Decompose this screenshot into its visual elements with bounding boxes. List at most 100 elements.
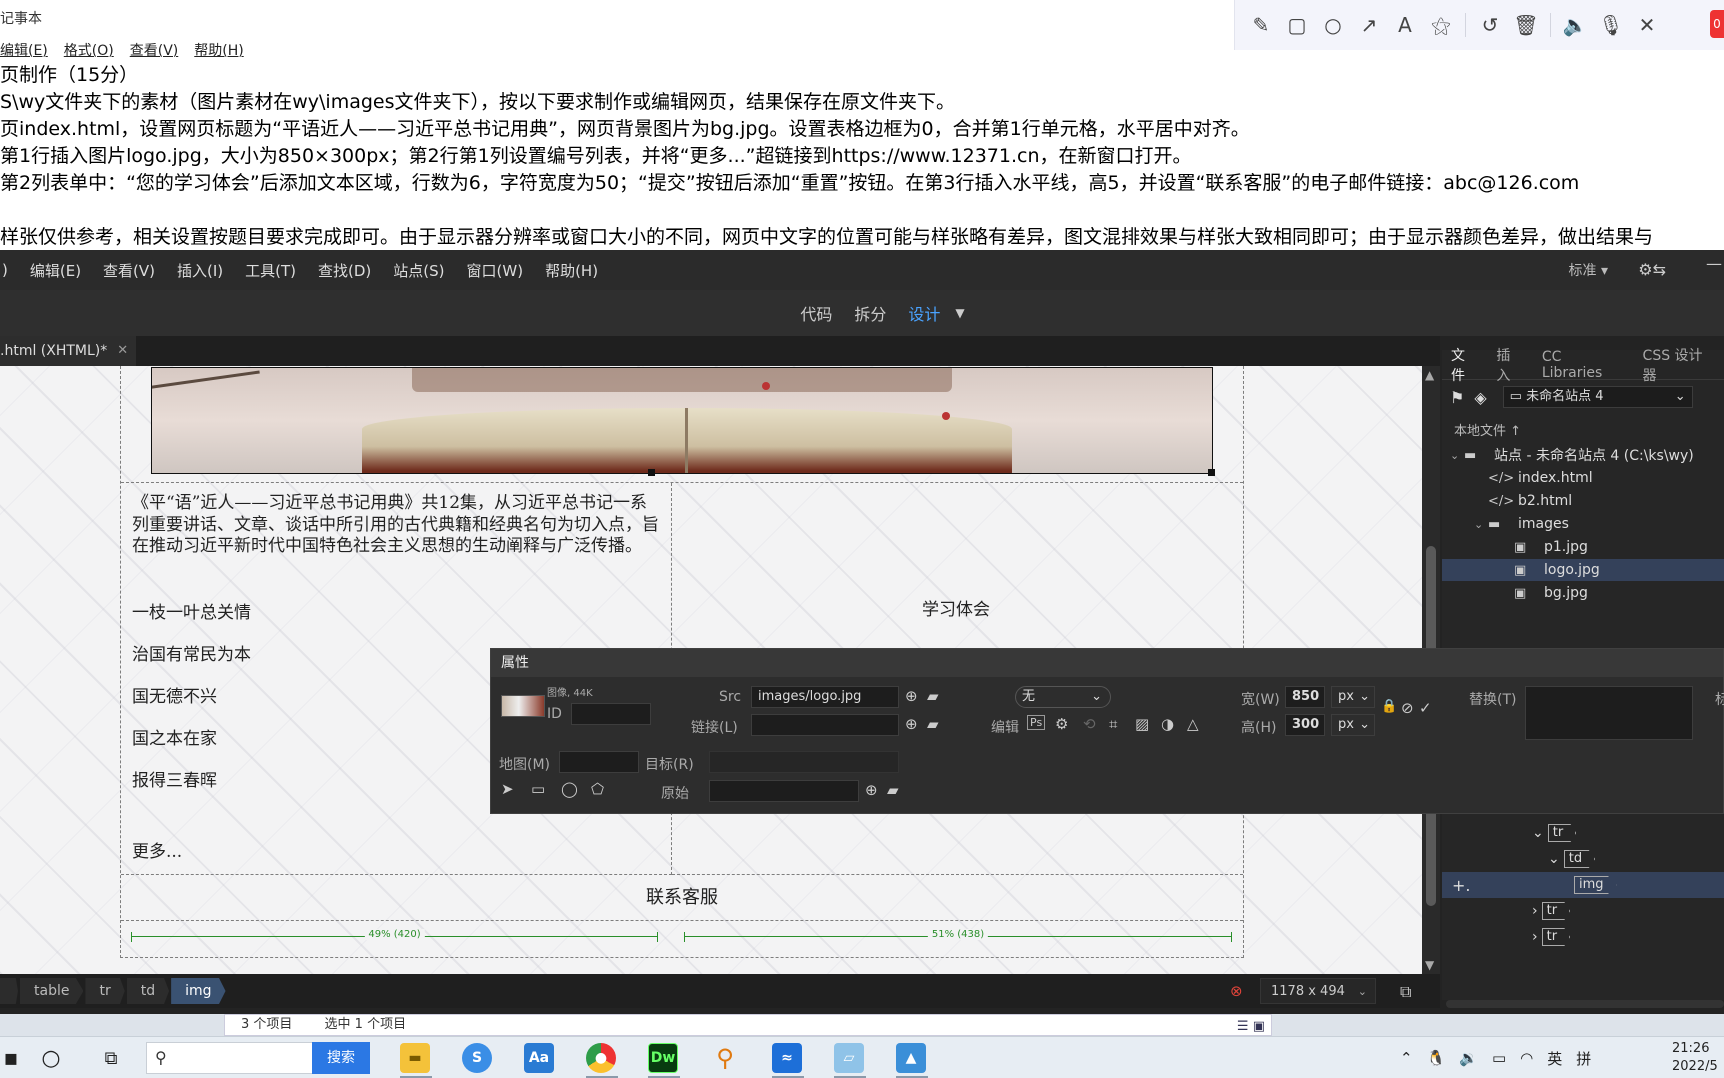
view-design-button[interactable]: 设计 bbox=[908, 301, 940, 325]
tree-file[interactable]: ▣ bg.jpg bbox=[1442, 582, 1724, 604]
menu-tools[interactable]: 工具(T) bbox=[234, 260, 307, 281]
resize-handle[interactable] bbox=[648, 469, 655, 476]
tag-crumb-selected[interactable]: img bbox=[171, 978, 226, 1004]
tree-site-root[interactable]: ⌄ ▬ 站点 - 未命名站点 4 (C:\ks\wy) bbox=[1442, 444, 1724, 466]
tree-file[interactable]: </> b2.html bbox=[1442, 490, 1724, 512]
arrow-icon[interactable]: ↗ bbox=[1351, 7, 1387, 43]
notepad-menu-format[interactable]: 格式(O) bbox=[64, 40, 114, 60]
magic-wand-icon[interactable]: ⚝ bbox=[1423, 7, 1459, 43]
speaker-icon[interactable]: 🔈 bbox=[1557, 7, 1593, 43]
microphone-icon[interactable]: 🎙 bbox=[1593, 7, 1629, 43]
width-field[interactable]: 850 bbox=[1285, 686, 1325, 708]
file-explorer-icon[interactable]: ▬ bbox=[400, 1043, 430, 1073]
close-icon[interactable]: ✕ bbox=[1629, 7, 1665, 43]
workspace-switcher[interactable]: 标准 ▾ bbox=[1569, 260, 1608, 280]
height-unit-select[interactable]: px ⌄ bbox=[1331, 714, 1375, 736]
alt-field[interactable] bbox=[1525, 686, 1693, 740]
link-field[interactable] bbox=[751, 714, 899, 736]
tree-folder[interactable]: ⌄ ▬ images bbox=[1442, 513, 1724, 535]
point-to-file-icon[interactable]: ⊕ bbox=[905, 715, 918, 733]
menu-site[interactable]: 站点(S) bbox=[382, 260, 455, 281]
sharpen-icon[interactable]: △ bbox=[1187, 715, 1199, 733]
sync-icon[interactable]: ◈ bbox=[1474, 388, 1486, 407]
tab-files[interactable]: 文件 bbox=[1442, 345, 1487, 385]
close-tab-icon[interactable]: ✕ bbox=[117, 336, 128, 366]
rect-hotspot-icon[interactable]: ▭ bbox=[531, 780, 545, 798]
wifi-icon[interactable]: ◠ bbox=[1520, 1049, 1533, 1067]
polygon-hotspot-icon[interactable]: ⬠ bbox=[591, 780, 604, 798]
document-tab[interactable]: .html (XHTML)* ✕ bbox=[0, 336, 137, 366]
chevron-down-icon[interactable]: ⌄ bbox=[1532, 825, 1544, 841]
scroll-down-icon[interactable]: ▼ bbox=[1425, 958, 1434, 972]
dom-node[interactable]: › tr bbox=[1442, 898, 1724, 924]
window-size-select[interactable]: 1178 x 494 ⌄ bbox=[1260, 978, 1376, 1004]
tab-cc-libraries[interactable]: CC Libraries bbox=[1533, 349, 1634, 381]
edit-settings-icon[interactable]: ⚙ bbox=[1055, 715, 1068, 733]
clock[interactable]: 21:26 2022/5 bbox=[1672, 1040, 1718, 1076]
circle-icon[interactable]: ○ bbox=[1315, 7, 1351, 43]
browse-folder-icon[interactable]: ▰ bbox=[927, 715, 939, 733]
panel-horizontal-scrollbar[interactable] bbox=[1446, 1000, 1724, 1008]
dom-node[interactable]: › tr bbox=[1442, 924, 1724, 950]
menu-window[interactable]: 窗口(W) bbox=[456, 260, 535, 281]
trash-icon[interactable]: 🗑 bbox=[1508, 7, 1544, 43]
text-icon[interactable]: A bbox=[1387, 7, 1423, 43]
reset-size-icon[interactable]: ⊘ bbox=[1401, 699, 1414, 717]
browse-folder-icon[interactable]: ▰ bbox=[887, 781, 899, 799]
lock-icon[interactable]: 🔒 bbox=[1381, 699, 1397, 714]
dom-node[interactable]: ⌄ tr bbox=[1442, 820, 1724, 846]
start-button-partial[interactable]: ▪ bbox=[4, 1045, 19, 1071]
menu-find[interactable]: 查找(D) bbox=[307, 260, 382, 281]
tag-crumb[interactable]: tr bbox=[85, 978, 125, 1004]
view-split-button[interactable]: 拆分 bbox=[854, 301, 886, 325]
cortana-icon[interactable]: ○ bbox=[38, 1045, 64, 1071]
ime-mode[interactable]: 拼 bbox=[1576, 1048, 1591, 1069]
crop-icon[interactable]: ⌗ bbox=[1109, 715, 1117, 733]
task-view-icon[interactable]: ⧉ bbox=[98, 1045, 124, 1071]
point-to-file-icon[interactable]: ⊕ bbox=[865, 781, 878, 799]
qq-icon[interactable]: 🐧 bbox=[1427, 1049, 1446, 1067]
battery-icon[interactable]: ▭ bbox=[1492, 1049, 1506, 1067]
dreamweaver-icon[interactable]: Dw bbox=[648, 1043, 678, 1073]
tag-crumb[interactable]: td bbox=[126, 978, 170, 1004]
more-link[interactable]: 更多... bbox=[132, 837, 182, 862]
pen-icon[interactable]: ✎ bbox=[1243, 7, 1279, 43]
circle-hotspot-icon[interactable]: ◯ bbox=[561, 780, 578, 798]
notepad-menu-view[interactable]: 查看(V) bbox=[130, 40, 179, 60]
notepad-menu-help[interactable]: 帮助(H) bbox=[194, 40, 243, 60]
photos-icon[interactable]: ≈ bbox=[772, 1043, 802, 1073]
dom-node-selected[interactable]: +. img bbox=[1442, 872, 1724, 898]
menu-view[interactable]: 查看(V) bbox=[92, 260, 166, 281]
height-field[interactable]: 300 bbox=[1285, 714, 1325, 736]
connect-icon[interactable]: ⚑ bbox=[1450, 388, 1464, 407]
sogou-icon[interactable]: S bbox=[462, 1043, 492, 1073]
menu-file[interactable]: ) bbox=[0, 261, 19, 279]
contact-support-link[interactable]: 联系客服 bbox=[646, 887, 718, 908]
menu-insert[interactable]: 插入(I) bbox=[166, 260, 234, 281]
live-preview-icon[interactable]: ⧉ bbox=[1400, 982, 1411, 1002]
show-hidden-icons-icon[interactable]: ⌃ bbox=[1400, 1049, 1413, 1067]
commit-size-icon[interactable]: ✓ bbox=[1419, 699, 1432, 717]
dom-node[interactable]: ⌄ td bbox=[1442, 846, 1724, 872]
paint-icon[interactable]: ▲ bbox=[896, 1043, 926, 1073]
chrome-icon[interactable]: ● bbox=[586, 1043, 616, 1073]
sync-settings-icon[interactable]: ⚙⇆ bbox=[1638, 260, 1666, 279]
browse-folder-icon[interactable]: ▰ bbox=[927, 687, 939, 705]
photoshop-edit-icon[interactable]: Ps bbox=[1027, 715, 1046, 730]
id-field[interactable] bbox=[571, 703, 651, 725]
point-to-file-icon[interactable]: ⊕ bbox=[905, 687, 918, 705]
undo-icon[interactable]: ↺ bbox=[1472, 7, 1508, 43]
tree-file[interactable]: </> index.html bbox=[1442, 467, 1724, 489]
scroll-up-icon[interactable]: ▲ bbox=[1425, 368, 1434, 382]
add-element-icon[interactable]: +. bbox=[1452, 876, 1570, 895]
rectangle-icon[interactable]: ▢ bbox=[1279, 7, 1315, 43]
chevron-right-icon[interactable]: › bbox=[1532, 929, 1538, 945]
logo-image[interactable] bbox=[151, 367, 1213, 474]
chevron-right-icon[interactable]: › bbox=[1532, 903, 1538, 919]
search-button[interactable]: 搜索 bbox=[312, 1042, 370, 1074]
pointer-hotspot-icon[interactable]: ➤ bbox=[501, 780, 514, 798]
chevron-down-icon[interactable]: ▼ bbox=[955, 306, 964, 320]
chevron-down-icon[interactable]: ⌄ bbox=[1548, 851, 1560, 867]
menu-help[interactable]: 帮助(H) bbox=[534, 260, 609, 281]
tree-file-selected[interactable]: ▣ logo.jpg bbox=[1442, 559, 1724, 581]
